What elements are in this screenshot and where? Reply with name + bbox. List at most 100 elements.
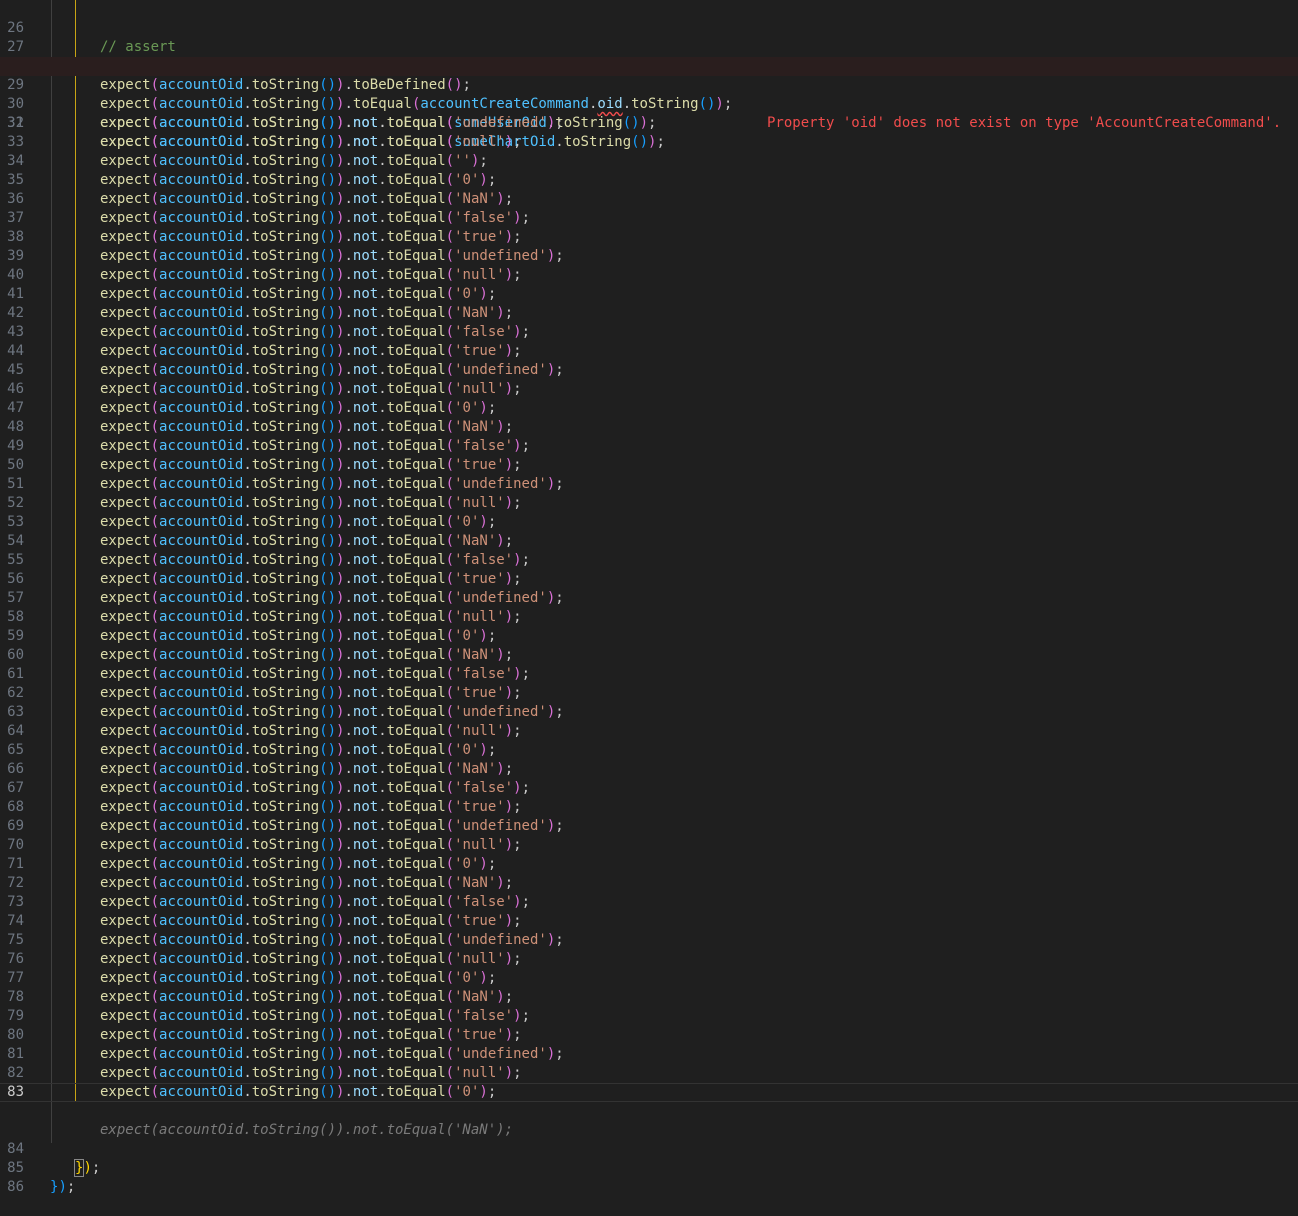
- code-line[interactable]: 86: [0, 1159, 1298, 1195]
- code-line[interactable]: 82 expect(accountOid.toString()).not.toEq…: [0, 1064, 1298, 1083]
- code-line[interactable]: 36 expect(accountOid.toString()).not.toEq…: [0, 190, 1298, 209]
- code-line[interactable]: 53 expect(accountOid.toString()).not.toEq…: [0, 513, 1298, 532]
- line-number: 47: [7, 400, 24, 416]
- string-literal: 'false': [454, 324, 514, 340]
- code-line[interactable]: 71 expect(accountOid.toString()).not.toEq…: [0, 855, 1298, 874]
- code-line[interactable]: 28 expect(accountOid.toString()).toBeDef…: [0, 38, 1298, 93]
- code-line[interactable]: 45 expect(accountOid.toString()).not.toEq…: [0, 361, 1298, 380]
- code-line[interactable]: 68 expect(accountOid.toString()).not.toEq…: [0, 798, 1298, 817]
- string-literal: '0': [454, 856, 480, 872]
- code-line[interactable]: 58 expect(accountOid.toString()).not.toEq…: [0, 608, 1298, 627]
- code-text: expect(accountOid.toString()).not.toEqua…: [100, 476, 564, 492]
- code-line[interactable]: 37 expect(accountOid.toString()).not.toEq…: [0, 209, 1298, 228]
- code-text: expect(accountOid.toString()).not.toEqua…: [100, 495, 522, 511]
- code-line[interactable]: 60 expect(accountOid.toString()).not.toEq…: [0, 646, 1298, 665]
- code-line[interactable]: 85 });: [0, 1140, 1298, 1195]
- code-line[interactable]: 78 expect(accountOid.toString()).not.toEq…: [0, 988, 1298, 1007]
- code-line[interactable]: 75 expect(accountOid.toString()).not.toEq…: [0, 931, 1298, 950]
- code-line[interactable]: 67 expect(accountOid.toString()).not.toEq…: [0, 779, 1298, 798]
- code-line[interactable]: 72 expect(accountOid.toString()).not.toEq…: [0, 874, 1298, 893]
- code-line[interactable]: 56 expect(accountOid.toString()).not.toEq…: [0, 570, 1298, 589]
- code-line-error[interactable]: 29 expect(accountOid.toString()).toEqual…: [0, 57, 1298, 131]
- code-line[interactable]: 62 expect(accountOid.toString()).not.toEq…: [0, 684, 1298, 703]
- code-line[interactable]: 73 expect(accountOid.toString()).not.toEq…: [0, 893, 1298, 912]
- code-text: expect(accountOid.toString()).not.toEqua…: [100, 1008, 530, 1024]
- line-number: 60: [7, 647, 24, 663]
- code-line[interactable]: 47 expect(accountOid.toString()).not.toEq…: [0, 399, 1298, 418]
- string-literal: 'NaN': [454, 305, 497, 321]
- code-text: expect(accountOid.toString()).not.toEqua…: [100, 134, 522, 150]
- code-text: expect(accountOid.toString()).not.toEqua…: [100, 514, 497, 530]
- code-line[interactable]: 42 expect(accountOid.toString()).not.toEq…: [0, 304, 1298, 323]
- code-line[interactable]: 49 expect(accountOid.toString()).not.toEq…: [0, 437, 1298, 456]
- code-line[interactable]: 40 expect(accountOid.toString()).not.toEq…: [0, 266, 1298, 285]
- code-line[interactable]: 64 expect(accountOid.toString()).not.toEq…: [0, 722, 1298, 741]
- code-text: expect(accountOid.toString()).not.toEqua…: [100, 742, 497, 758]
- string-literal: 'true': [454, 913, 505, 929]
- code-line[interactable]: 76 expect(accountOid.toString()).not.toEq…: [0, 950, 1298, 969]
- code-line[interactable]: 50 expect(accountOid.toString()).not.toEq…: [0, 456, 1298, 475]
- code-line[interactable]: 33 expect(accountOid.toString()).not.toEq…: [0, 133, 1298, 152]
- code-text: expect(accountOid.toString()).not.toEqua…: [100, 305, 514, 321]
- code-line[interactable]: 39 expect(accountOid.toString()).not.toEq…: [0, 247, 1298, 266]
- code-line[interactable]: 38 expect(accountOid.toString()).not.toEq…: [0, 228, 1298, 247]
- code-text: expect(accountOid.toString()).not.toEqua…: [100, 818, 564, 834]
- code-line[interactable]: 61 expect(accountOid.toString()).not.toEq…: [0, 665, 1298, 684]
- line-number: 83: [7, 1084, 24, 1100]
- code-line[interactable]: 77 expect(accountOid.toString()).not.toEq…: [0, 969, 1298, 988]
- code-line[interactable]: 70 expect(accountOid.toString()).not.toEq…: [0, 836, 1298, 855]
- code-line[interactable]: 32 expect(accountOid.toString()).not.toEq…: [0, 114, 1298, 133]
- line-number: 45: [7, 362, 24, 378]
- code-line[interactable]: 66 expect(accountOid.toString()).not.toEq…: [0, 760, 1298, 779]
- code-text: expect(accountOid.toString()).not.toEqua…: [100, 229, 522, 245]
- code-line[interactable]: 57 expect(accountOid.toString()).not.toEq…: [0, 589, 1298, 608]
- string-literal: '0': [454, 400, 480, 416]
- code-text: expect(accountOid.toString()).not.toEqua…: [100, 438, 530, 454]
- code-line[interactable]: 51 expect(accountOid.toString()).not.toEq…: [0, 475, 1298, 494]
- code-line[interactable]: 43 expect(accountOid.toString()).not.toEq…: [0, 323, 1298, 342]
- line-number: 49: [7, 438, 24, 454]
- code-line[interactable]: 46 expect(accountOid.toString()).not.toEq…: [0, 380, 1298, 399]
- code-line[interactable]: 30 expect(accountOid.toString()).not.toE…: [0, 76, 1298, 131]
- code-line[interactable]: 48 expect(accountOid.toString()).not.toEq…: [0, 418, 1298, 437]
- code-line[interactable]: 69 expect(accountOid.toString()).not.toEq…: [0, 817, 1298, 836]
- line-number: 41: [7, 286, 24, 302]
- code-line[interactable]: 52 expect(accountOid.toString()).not.toEq…: [0, 494, 1298, 513]
- line-number: 65: [7, 742, 24, 758]
- code-text: expect(accountOid.toString()).not.toEqua…: [100, 419, 514, 435]
- string-literal: '0': [454, 286, 480, 302]
- code-line[interactable]: 44 expect(accountOid.toString()).not.toEq…: [0, 342, 1298, 361]
- string-literal: 'false': [454, 780, 514, 796]
- inline-suggestion[interactable]: expect(accountOid.toString()).not.toEqua…: [0, 1102, 1298, 1138]
- code-line[interactable]: 27 expect(accountOid).toBeDefined();: [0, 19, 1298, 74]
- code-line[interactable]: 59 expect(accountOid.toString()).not.toEq…: [0, 627, 1298, 646]
- string-literal: 'null': [454, 723, 505, 739]
- line-number: 67: [7, 780, 24, 796]
- code-line[interactable]: 80 expect(accountOid.toString()).not.toEq…: [0, 1026, 1298, 1045]
- code-line[interactable]: 84 });: [0, 1121, 1298, 1177]
- string-literal: 'undefined': [454, 590, 547, 606]
- code-line[interactable]: 31 expect(accountOid.toString()).not.toE…: [0, 95, 1298, 150]
- line-number: 59: [7, 628, 24, 644]
- line-number: 81: [7, 1046, 24, 1062]
- code-line[interactable]: 83 expect(accountOid.toString()).not.toEq…: [0, 1083, 1298, 1102]
- code-text: expect(accountOid.toString()).not.toEqua…: [100, 628, 497, 644]
- code-line[interactable]: 63 expect(accountOid.toString()).not.toEq…: [0, 703, 1298, 722]
- code-text: expect(accountOid.toString()).not.toEqua…: [100, 951, 522, 967]
- code-line[interactable]: 41 expect(accountOid.toString()).not.toEq…: [0, 285, 1298, 304]
- code-line[interactable]: 26 // assert: [0, 0, 1298, 55]
- code-line[interactable]: 35 expect(accountOid.toString()).not.toEq…: [0, 171, 1298, 190]
- code-line[interactable]: 81 expect(accountOid.toString()).not.toEq…: [0, 1045, 1298, 1064]
- line-number: 48: [7, 419, 24, 435]
- code-line[interactable]: 79 expect(accountOid.toString()).not.toEq…: [0, 1007, 1298, 1026]
- code-line[interactable]: 34 expect(accountOid.toString()).not.toEq…: [0, 152, 1298, 171]
- code-text: expect(accountOid.toString()).not.toEqua…: [100, 875, 514, 891]
- code-line[interactable]: 74 expect(accountOid.toString()).not.toEq…: [0, 912, 1298, 931]
- code-editor[interactable]: 26 // assert 27 expect(accountOid).toBeD…: [0, 0, 1298, 1195]
- code-line[interactable]: 55 expect(accountOid.toString()).not.toEq…: [0, 551, 1298, 570]
- code-line[interactable]: 65 expect(accountOid.toString()).not.toEq…: [0, 741, 1298, 760]
- code-text: expect(accountOid.toString()).not.toEqua…: [100, 894, 530, 910]
- code-text: expect(accountOid.toString()).not.toEqua…: [100, 590, 564, 606]
- code-line[interactable]: 54 expect(accountOid.toString()).not.toEq…: [0, 532, 1298, 551]
- line-number: 34: [7, 153, 24, 169]
